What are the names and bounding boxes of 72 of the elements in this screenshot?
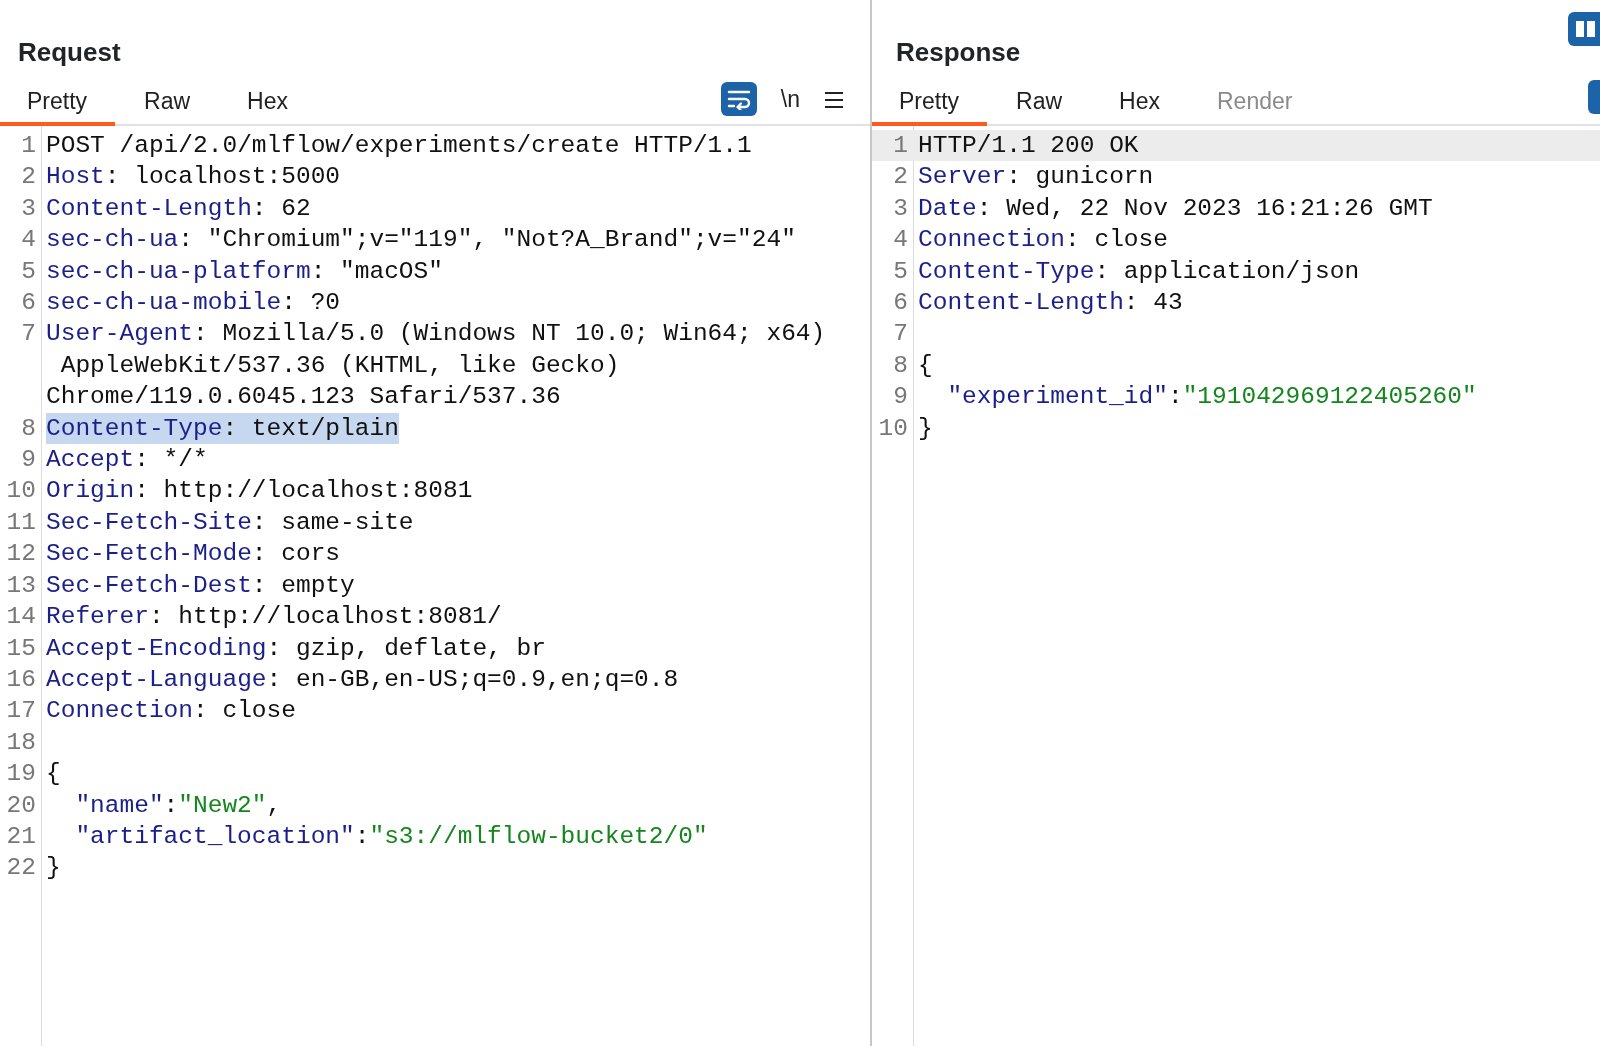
code-line: { xyxy=(918,350,933,381)
line-number: 5 xyxy=(892,256,908,287)
line-number: 22 xyxy=(5,853,36,884)
line-number: 7 xyxy=(892,319,908,350)
code-line: "experiment_id":"191042969122405260" xyxy=(947,382,1477,413)
line-number: 8 xyxy=(892,350,908,381)
line-number: 12 xyxy=(5,539,36,570)
panel-title: Request xyxy=(18,36,122,69)
code-line: } xyxy=(46,853,61,884)
code-line: Accept-Encoding: gzip, deflate, br xyxy=(46,633,546,664)
line-number: 18 xyxy=(5,727,36,758)
line-number: 7 xyxy=(20,319,36,350)
line-number: 6 xyxy=(892,288,908,319)
code-line: Accept: */* xyxy=(46,445,208,476)
line-number: 4 xyxy=(20,225,36,256)
code-line: Sec-Fetch-Mode: cors xyxy=(46,539,341,570)
code-line: User-Agent: Mozilla/5.0 (Windows NT 10.0; Win64; x64) AppleWebKit/537.36 (KHTML, like Gecko) Chrome/119.0.6045.123 Safari/537.36 xyxy=(46,319,826,413)
code-line: Content-Length: 62 xyxy=(46,193,311,224)
code-line: { xyxy=(46,759,61,790)
code-line: Referer: http://localhost:8081/ xyxy=(46,602,502,633)
code-line: Connection: close xyxy=(918,225,1168,256)
code-line: Connection: close xyxy=(46,696,296,727)
line-number: 8 xyxy=(20,413,36,444)
panel-title: Response xyxy=(896,36,1022,69)
line-number: 10 xyxy=(5,476,36,507)
code-line: } xyxy=(918,413,933,444)
code-line: Host: localhost:5000 xyxy=(46,162,341,193)
line-number: 14 xyxy=(5,602,36,633)
line-number: 6 xyxy=(20,288,36,319)
newline-toggle[interactable]: \n xyxy=(776,81,804,116)
line-number: 2 xyxy=(892,162,908,193)
tab[interactable]: Hex xyxy=(220,82,316,126)
line-number: 16 xyxy=(5,664,36,695)
code-line: sec-ch-ua-platform: "macOS" xyxy=(46,256,443,287)
code-line: Server: gunicorn xyxy=(918,162,1154,193)
code-line: HTTP/1.1 200 OK xyxy=(918,131,1139,161)
layout-icon[interactable] xyxy=(1568,12,1600,46)
line-number: 13 xyxy=(5,570,36,601)
line-number: 21 xyxy=(5,821,36,852)
code-line: Content-Length: 43 xyxy=(918,288,1183,319)
line-number: 3 xyxy=(20,193,36,224)
tab[interactable]: Pretty xyxy=(872,82,988,126)
line-number: 9 xyxy=(20,445,36,476)
code-line: sec-ch-ua-mobile: ?0 xyxy=(46,288,341,319)
tab[interactable]: Raw xyxy=(117,82,219,126)
line-number: 3 xyxy=(892,193,908,224)
code-line: Sec-Fetch-Site: same-site xyxy=(46,507,414,538)
tab[interactable]: Raw xyxy=(989,82,1091,126)
wrap-icon[interactable] xyxy=(720,81,757,116)
line-number: 10 xyxy=(877,413,908,444)
code-line: "name":"New2", xyxy=(75,790,282,821)
line-number: 4 xyxy=(892,225,908,256)
line-number: 17 xyxy=(5,696,36,727)
code-line: "artifact_location":"s3://mlflow-bucket2/0" xyxy=(75,821,708,852)
line-number: 5 xyxy=(20,256,36,287)
code-line: sec-ch-ua: "Chromium";v="119", "Not?A_Brand";v="24" xyxy=(46,225,796,256)
line-number: 19 xyxy=(5,759,36,790)
code-line: POST /api/2.0/mlflow/experiments/create HTTP/1.1 xyxy=(46,131,752,161)
line-number: 9 xyxy=(892,382,908,413)
line-number: 11 xyxy=(5,507,36,538)
line-number: 20 xyxy=(5,790,36,821)
line-number: 15 xyxy=(5,633,36,664)
tab[interactable]: Hex xyxy=(1092,82,1188,126)
line-number: 1 xyxy=(892,131,908,161)
line-number: 2 xyxy=(20,162,36,193)
code-line: Accept-Language: en-GB,en-US;q=0.9,en;q=0.8 xyxy=(46,664,679,695)
code-line: Content-Type: application/json xyxy=(918,256,1360,287)
line-number: 1 xyxy=(20,131,36,161)
code-line: Origin: http://localhost:8081 xyxy=(46,476,473,507)
code-line: Date: Wed, 22 Nov 2023 16:21:26 GMT xyxy=(918,193,1433,224)
code-line: Sec-Fetch-Dest: empty xyxy=(46,570,355,601)
tab[interactable]: Pretty xyxy=(0,82,116,126)
